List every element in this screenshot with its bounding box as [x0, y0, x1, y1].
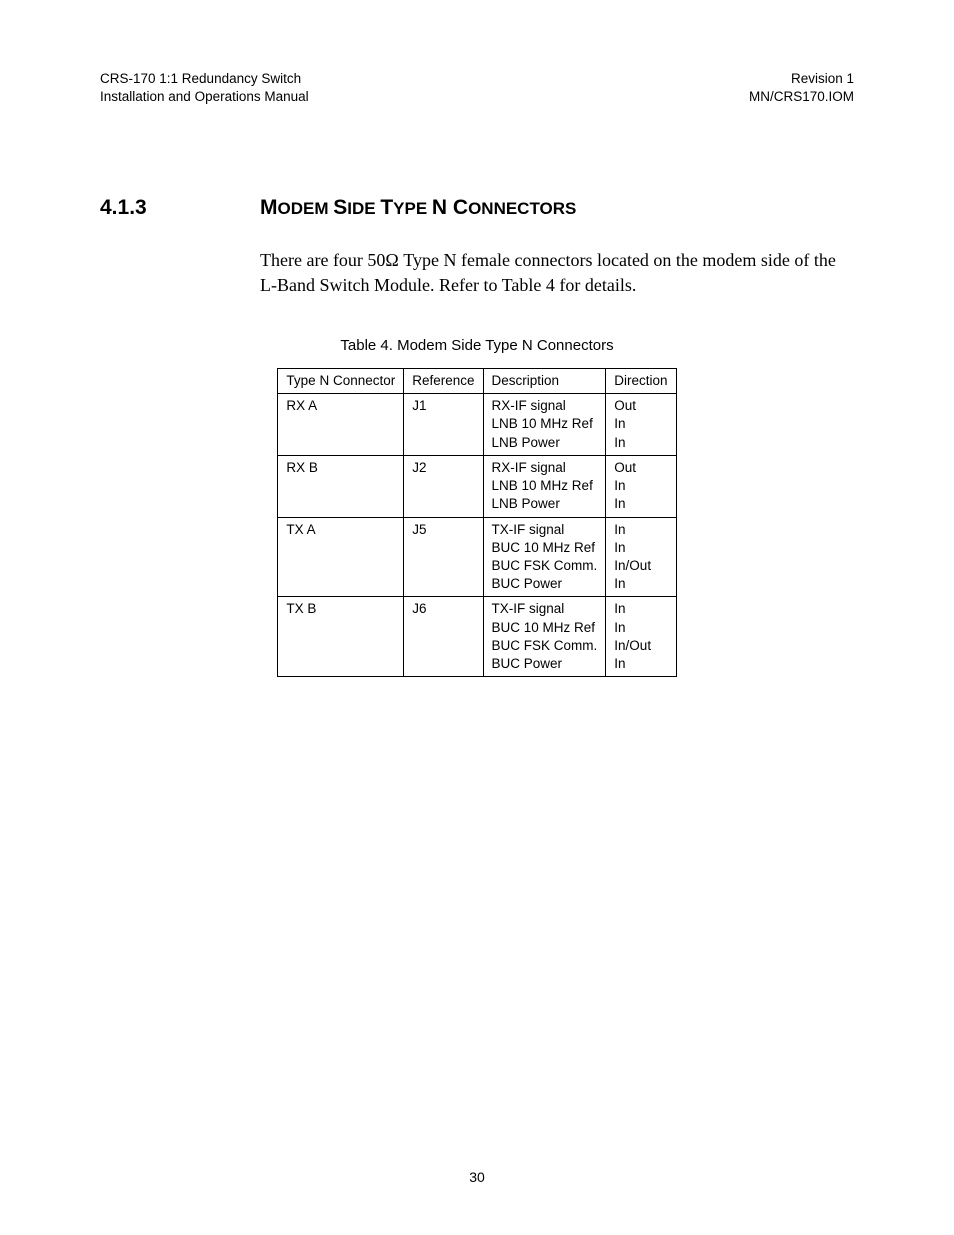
cell-direction: InInIn/OutIn [606, 597, 676, 677]
page-number: 30 [0, 1169, 954, 1185]
table-row: RX AJ1RX-IF signalLNB 10 MHz RefLNB Powe… [278, 394, 676, 456]
cell-description: TX-IF signalBUC 10 MHz RefBUC FSK Comm.B… [483, 597, 606, 677]
cell-direction: OutInIn [606, 394, 676, 456]
title-cap: M [260, 196, 278, 219]
col-header-connector: Type N Connector [278, 369, 404, 394]
cell-reference: J6 [404, 597, 483, 677]
col-header-description: Description [483, 369, 606, 394]
table-row: TX AJ5TX-IF signalBUC 10 MHz RefBUC FSK … [278, 517, 676, 597]
title-cap: N [432, 196, 453, 219]
cell-description: RX-IF signalLNB 10 MHz RefLNB Power [483, 455, 606, 517]
title-sc: ONNECTORS [468, 199, 576, 218]
body-paragraph: There are four 50Ω Type N female connect… [260, 248, 854, 297]
col-header-direction: Direction [606, 369, 676, 394]
document-page: CRS-170 1:1 Redundancy Switch Installati… [0, 0, 954, 1235]
section-number: 4.1.3 [100, 196, 260, 220]
table-header-row: Type N Connector Reference Description D… [278, 369, 676, 394]
cell-direction: InInIn/OutIn [606, 517, 676, 597]
header-left-line1: CRS-170 1:1 Redundancy Switch [100, 71, 301, 86]
cell-connector: TX B [278, 597, 404, 677]
header-right-line2: MN/CRS170.IOM [749, 89, 854, 104]
cell-reference: J1 [404, 394, 483, 456]
col-header-reference: Reference [404, 369, 483, 394]
table-wrapper: Type N Connector Reference Description D… [100, 368, 854, 677]
connectors-table: Type N Connector Reference Description D… [277, 368, 676, 677]
cell-description: TX-IF signalBUC 10 MHz RefBUC FSK Comm.B… [483, 517, 606, 597]
cell-reference: J5 [404, 517, 483, 597]
header-left-line2: Installation and Operations Manual [100, 89, 309, 104]
title-sc: ODEM [278, 199, 334, 218]
table-caption: Table 4. Modem Side Type N Connectors [100, 337, 854, 354]
table-row: RX BJ2RX-IF signalLNB 10 MHz RefLNB Powe… [278, 455, 676, 517]
cell-reference: J2 [404, 455, 483, 517]
header-right-line1: Revision 1 [791, 71, 854, 86]
title-sc: YPE [393, 199, 432, 218]
title-cap: C [453, 196, 468, 219]
section-heading-row: 4.1.3 MODEM SIDE TYPE N CONNECTORS [100, 196, 854, 220]
section-title: MODEM SIDE TYPE N CONNECTORS [260, 196, 576, 220]
header-left: CRS-170 1:1 Redundancy Switch Installati… [100, 70, 309, 106]
table-row: TX BJ6TX-IF signalBUC 10 MHz RefBUC FSK … [278, 597, 676, 677]
title-sc: IDE [347, 199, 380, 218]
cell-connector: RX B [278, 455, 404, 517]
cell-connector: RX A [278, 394, 404, 456]
cell-connector: TX A [278, 517, 404, 597]
running-header: CRS-170 1:1 Redundancy Switch Installati… [100, 70, 854, 106]
cell-description: RX-IF signalLNB 10 MHz RefLNB Power [483, 394, 606, 456]
cell-direction: OutInIn [606, 455, 676, 517]
title-cap: S [333, 196, 347, 219]
title-cap: T [380, 196, 393, 219]
header-right: Revision 1 MN/CRS170.IOM [749, 70, 854, 106]
